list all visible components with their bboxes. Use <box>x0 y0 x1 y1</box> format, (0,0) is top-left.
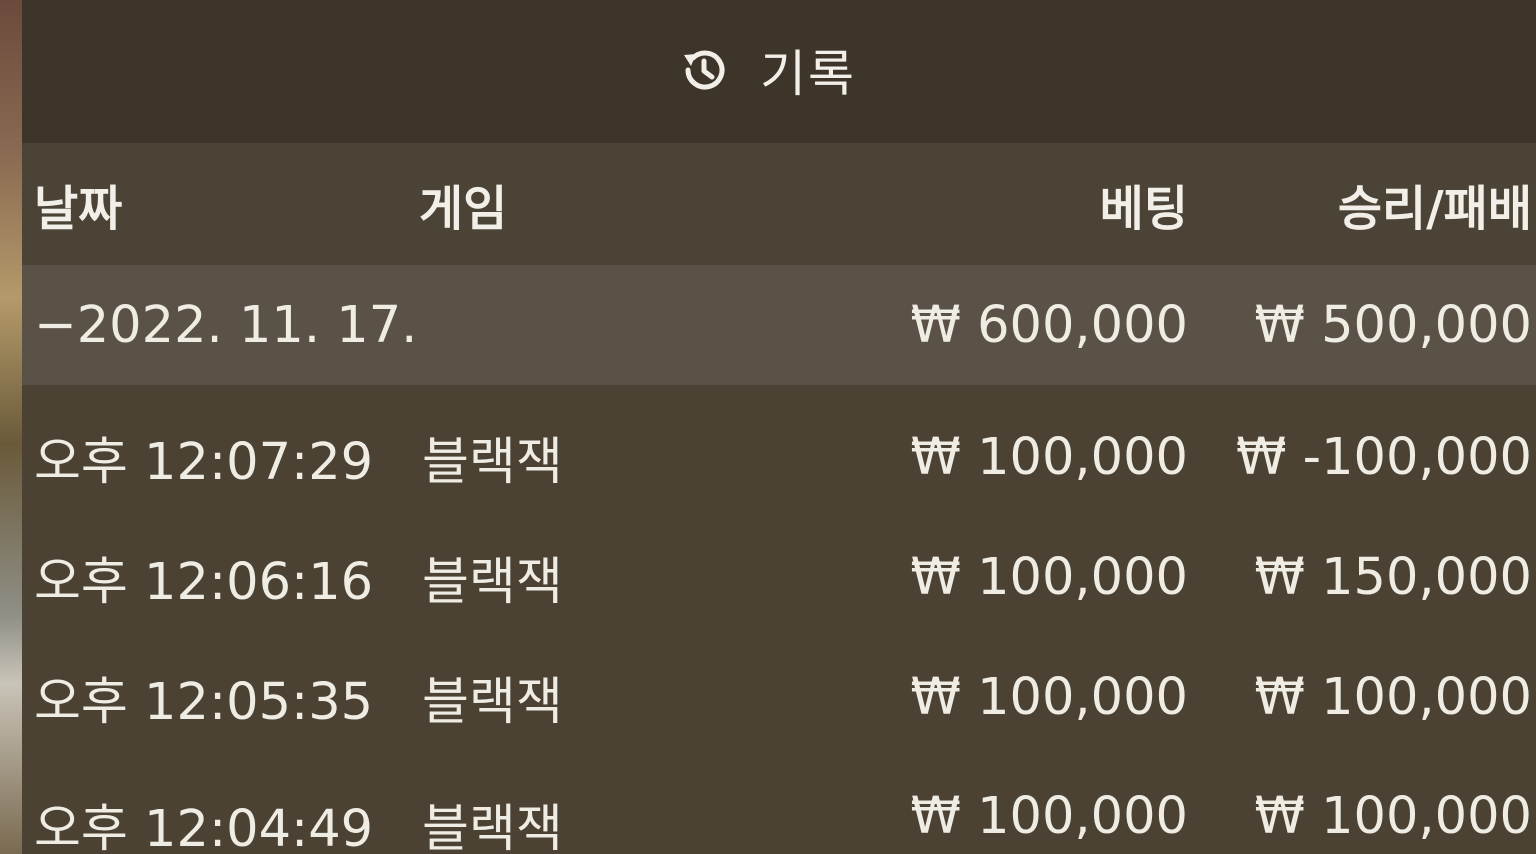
row-time: 오후 12:06:16 <box>34 553 374 612</box>
row-game: 블랙잭 <box>422 673 563 732</box>
table-row[interactable]: 오후 12:05:35 블랙잭 ₩ 100,000 ₩ 100,000 <box>22 637 1536 757</box>
row-time: 오후 12:07:29 <box>34 433 374 492</box>
table-row[interactable]: 오후 12:07:29 블랙잭 ₩ 100,000 ₩ -100,000 <box>22 397 1536 517</box>
row-result: ₩ 150,000 <box>1254 547 1532 607</box>
group-result-total: ₩ 500,000 <box>1254 295 1532 355</box>
history-panel: 기록 날짜 게임 베팅 승리/패배 −2022. 11. 17. ₩ 600,0… <box>22 0 1536 854</box>
row-result: ₩ 100,000 <box>1254 787 1532 846</box>
page-title: 기록 <box>760 45 856 103</box>
column-header-game: 게임 <box>419 181 508 237</box>
column-header-bet: 베팅 <box>1099 181 1188 237</box>
row-bet: ₩ 100,000 <box>910 787 1188 846</box>
row-bet: ₩ 100,000 <box>910 427 1188 487</box>
group-date: −2022. 11. 17. <box>34 295 418 355</box>
history-screen: 기록 날짜 게임 베팅 승리/패배 −2022. 11. 17. ₩ 600,0… <box>0 0 1536 854</box>
background-scene-strip <box>0 0 22 854</box>
row-result: ₩ -100,000 <box>1236 427 1532 487</box>
table-row[interactable]: 오후 12:06:16 블랙잭 ₩ 100,000 ₩ 150,000 <box>22 517 1536 637</box>
column-header-row: 날짜 게임 베팅 승리/패배 <box>22 143 1536 265</box>
date-group-row[interactable]: −2022. 11. 17. ₩ 600,000 ₩ 500,000 <box>22 265 1536 385</box>
row-game: 블랙잭 <box>422 553 563 612</box>
history-icon <box>676 42 732 98</box>
row-time: 오후 12:05:35 <box>34 673 374 732</box>
row-result: ₩ 100,000 <box>1254 667 1532 727</box>
row-bet: ₩ 100,000 <box>910 667 1188 727</box>
row-time: 오후 12:04:49 <box>34 800 374 854</box>
panel-header: 기록 <box>22 0 1536 143</box>
row-game: 블랙잭 <box>422 800 563 854</box>
row-bet: ₩ 100,000 <box>910 547 1188 607</box>
table-row[interactable]: 오후 12:04:49 블랙잭 ₩ 100,000 ₩ 100,000 <box>22 757 1536 854</box>
column-header-result: 승리/패배 <box>1337 181 1532 237</box>
row-game: 블랙잭 <box>422 433 563 492</box>
group-bet-total: ₩ 600,000 <box>910 295 1188 355</box>
header-title-group: 기록 <box>676 34 856 106</box>
column-header-date: 날짜 <box>34 181 123 237</box>
